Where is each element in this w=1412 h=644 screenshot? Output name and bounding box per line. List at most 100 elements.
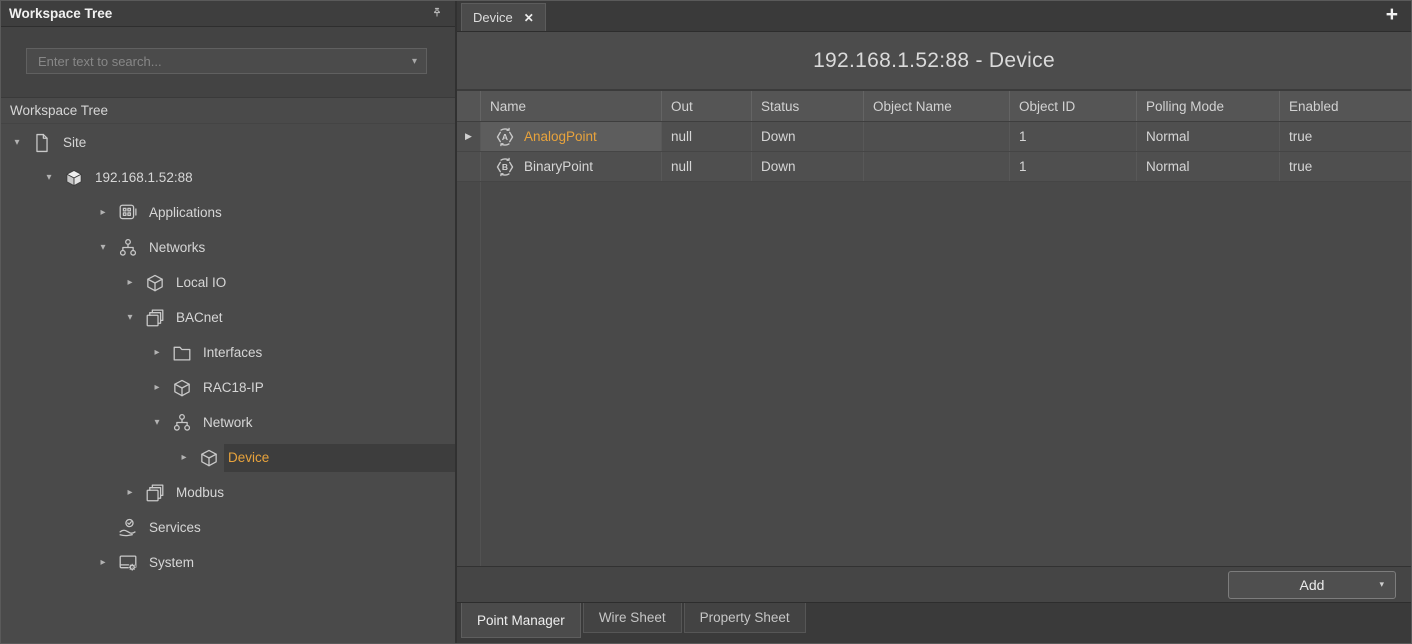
services-icon	[117, 517, 139, 539]
document-panel: Device ✕ + 192.168.1.52:88 - Device Name…	[457, 1, 1411, 643]
expander-expanded-icon[interactable]: ▾	[122, 312, 138, 323]
tree-item-interfaces[interactable]: ▸ Interfaces	[1, 335, 455, 370]
workspace-tree: ▾ Site ▾ 192.168.1.52:88 ▸ Applications …	[1, 124, 455, 643]
expander-collapsed-icon[interactable]: ▸	[122, 487, 138, 498]
tab-wire-sheet[interactable]: Wire Sheet	[583, 603, 682, 633]
tree-item-label: System	[147, 555, 196, 570]
expander-collapsed-icon[interactable]: ▸	[176, 452, 192, 463]
tab-property-sheet[interactable]: Property Sheet	[684, 603, 806, 633]
tree-item-label: 192.168.1.52:88	[93, 170, 195, 185]
controller-icon	[63, 167, 85, 189]
name-cell[interactable]: A AnalogPoint	[481, 122, 662, 151]
object-id-cell[interactable]: 1	[1010, 122, 1137, 151]
points-grid: Name Out Status Object Name Object ID Po…	[457, 91, 1411, 602]
protocol-stack-icon	[144, 307, 166, 329]
tree-item-label: BACnet	[174, 310, 225, 325]
tree-item-services[interactable]: Services	[1, 510, 455, 545]
workspace-tree-panel-header: Workspace Tree	[1, 1, 455, 27]
network-icon	[117, 237, 139, 259]
tree-item-192-168-1-52-88[interactable]: ▾ 192.168.1.52:88	[1, 160, 455, 195]
tree-item-label: Networks	[147, 240, 207, 255]
tree-item-network[interactable]: ▾ Network	[1, 405, 455, 440]
row-indicator-cell: ▶	[457, 122, 481, 151]
tree-section-label: Workspace Tree	[10, 103, 108, 118]
tree-item-modbus[interactable]: ▸ Modbus	[1, 475, 455, 510]
tree-item-networks[interactable]: ▾ Networks	[1, 230, 455, 265]
tree-item-rac18-ip[interactable]: ▸ RAC18-IP	[1, 370, 455, 405]
search-box[interactable]: ▾	[26, 48, 427, 74]
search-dropdown-icon[interactable]: ▾	[406, 56, 417, 67]
out-cell[interactable]: null	[662, 152, 752, 181]
view-tab-bar: Point Manager Wire Sheet Property Sheet	[457, 602, 1411, 643]
expander-collapsed-icon[interactable]: ▸	[149, 347, 165, 358]
object-id-cell[interactable]: 1	[1010, 152, 1137, 181]
grid-footer-bar: Add ▾	[457, 566, 1411, 602]
applications-icon	[117, 202, 139, 224]
row-indicator-cell	[457, 152, 481, 181]
tree-item-label: Applications	[147, 205, 224, 220]
column-header-object-id[interactable]: Object ID	[1010, 91, 1137, 121]
expander-collapsed-icon[interactable]: ▸	[122, 277, 138, 288]
table-row-analogpoint[interactable]: ▶ A AnalogPoint null Down 1 Normal true	[457, 122, 1411, 152]
expander-expanded-icon[interactable]: ▾	[9, 137, 25, 148]
expander-expanded-icon[interactable]: ▾	[95, 242, 111, 253]
name-cell[interactable]: B BinaryPoint	[481, 152, 662, 181]
pin-icon[interactable]	[427, 4, 447, 24]
enabled-cell[interactable]: true	[1280, 152, 1411, 181]
object-name-cell[interactable]	[864, 122, 1010, 151]
tab-device[interactable]: Device ✕	[461, 3, 546, 31]
device-title-bar: 192.168.1.52:88 - Device	[457, 32, 1411, 91]
system-icon	[117, 552, 139, 574]
tree-item-label: RAC18-IP	[201, 380, 266, 395]
polling-mode-cell[interactable]: Normal	[1137, 122, 1280, 151]
grid-empty-area	[457, 182, 1411, 566]
device-icon	[144, 272, 166, 294]
expander-expanded-icon[interactable]: ▾	[41, 172, 57, 183]
tree-item-site[interactable]: ▾ Site	[1, 125, 455, 160]
new-tab-button[interactable]: +	[1386, 4, 1398, 25]
expander-collapsed-icon[interactable]: ▸	[95, 557, 111, 568]
close-icon[interactable]: ✕	[524, 12, 534, 24]
grid-header-row: Name Out Status Object Name Object ID Po…	[457, 91, 1411, 122]
expander-expanded-icon[interactable]: ▾	[149, 417, 165, 428]
expander-collapsed-icon[interactable]: ▸	[149, 382, 165, 393]
column-header-out[interactable]: Out	[662, 91, 752, 121]
tree-item-label: Network	[201, 415, 255, 430]
tree-item-local-io[interactable]: ▸ Local IO	[1, 265, 455, 300]
enabled-cell[interactable]: true	[1280, 122, 1411, 151]
document-icon	[31, 132, 53, 154]
tree-item-applications[interactable]: ▸ Applications	[1, 195, 455, 230]
status-cell[interactable]: Down	[752, 152, 864, 181]
column-header-status[interactable]: Status	[752, 91, 864, 121]
app-window: Workspace Tree ▾ Workspace Tree ▾ Site ▾…	[0, 0, 1412, 644]
add-button[interactable]: Add ▾	[1228, 571, 1396, 599]
search-input[interactable]	[36, 53, 406, 70]
status-cell[interactable]: Down	[752, 122, 864, 151]
tree-item-system[interactable]: ▸ System	[1, 545, 455, 580]
tree-item-label: Local IO	[174, 275, 228, 290]
binary-point-icon: B	[494, 156, 516, 178]
add-button-label: Add	[1300, 577, 1325, 593]
table-row-binarypoint[interactable]: B BinaryPoint null Down 1 Normal true	[457, 152, 1411, 182]
column-header-polling-mode[interactable]: Polling Mode	[1137, 91, 1280, 121]
device-icon	[171, 377, 193, 399]
column-header-enabled[interactable]: Enabled	[1280, 91, 1411, 121]
expander-collapsed-icon[interactable]: ▸	[95, 207, 111, 218]
tree-item-label: Site	[61, 135, 88, 150]
polling-mode-cell[interactable]: Normal	[1137, 152, 1280, 181]
tree-item-label: Interfaces	[201, 345, 264, 360]
indicator-column-filler	[457, 182, 481, 566]
tree-item-bacnet[interactable]: ▾ BACnet	[1, 300, 455, 335]
column-header-object-name[interactable]: Object Name	[864, 91, 1010, 121]
tree-item-label: Modbus	[174, 485, 226, 500]
device-icon	[198, 447, 220, 469]
column-header-name[interactable]: Name	[481, 91, 662, 121]
workspace-tree-panel: Workspace Tree ▾ Workspace Tree ▾ Site ▾…	[1, 1, 457, 643]
column-header-indicator	[457, 91, 481, 121]
protocol-stack-icon	[144, 482, 166, 504]
tab-point-manager[interactable]: Point Manager	[461, 603, 581, 638]
object-name-cell[interactable]	[864, 152, 1010, 181]
tree-item-device[interactable]: ▸ Device	[1, 440, 455, 475]
out-cell[interactable]: null	[662, 122, 752, 151]
search-strip: ▾	[1, 27, 455, 98]
